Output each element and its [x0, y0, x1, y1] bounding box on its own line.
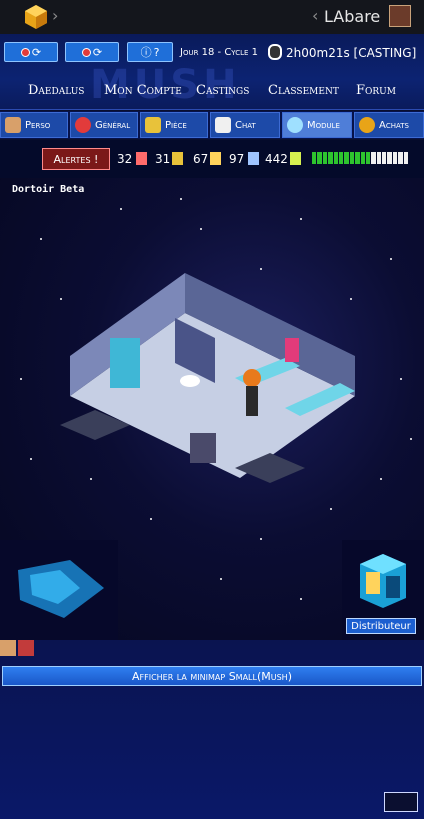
- alerts-button[interactable]: Alertes !: [42, 148, 110, 170]
- crew-member-indicator: [355, 152, 360, 164]
- info-icon: ⓘ: [140, 46, 152, 59]
- distributor-panel[interactable]: Distributeur: [342, 540, 424, 640]
- player-character-head[interactable]: [243, 369, 261, 387]
- tab-achats[interactable]: Achats: [354, 112, 424, 138]
- game-view[interactable]: Dortoir Beta Distributeur: [0, 178, 424, 640]
- player-character-body[interactable]: [246, 386, 258, 416]
- tab-label: Pièce: [165, 119, 187, 131]
- tab-bar: Perso Général Pièce Chat Module Achats: [0, 111, 424, 139]
- minimap-ship-icon: [18, 560, 104, 618]
- tab-label: Général: [95, 119, 131, 131]
- distributor-icon: [360, 554, 406, 608]
- tab-label: Module: [307, 119, 340, 131]
- stat-value-hp: 32: [117, 152, 133, 166]
- movement-icon: [172, 152, 183, 165]
- character-icon: [5, 117, 21, 133]
- username[interactable]: LAbare: [324, 7, 380, 26]
- nav-classement[interactable]: Classement: [268, 83, 339, 98]
- crew-member-indicator: [328, 152, 333, 164]
- tab-general[interactable]: Général: [70, 112, 138, 138]
- distributor-button[interactable]: Distributeur: [346, 618, 416, 634]
- health-icon: [136, 152, 147, 165]
- crew-member-indicator: [398, 152, 403, 164]
- crew-avatar-icon[interactable]: [0, 640, 16, 656]
- nav-daedalus[interactable]: Daedalus: [28, 83, 84, 98]
- stat-value-oxygen: 97: [229, 152, 245, 166]
- stat-value-pm: 31: [155, 152, 171, 166]
- crew-bar: [312, 152, 409, 164]
- help-button[interactable]: ⓘ ?: [127, 42, 173, 62]
- nav-castings[interactable]: Castings: [196, 83, 249, 98]
- tab-label: Perso: [25, 119, 51, 131]
- oxygen-tank-icon: [248, 152, 259, 165]
- shield-icon: [210, 152, 221, 165]
- shower-unit[interactable]: [110, 338, 140, 388]
- crew-member-indicator: [392, 152, 398, 164]
- tab-piece[interactable]: Pièce: [140, 112, 208, 138]
- crew-member-indicator: [360, 152, 365, 164]
- wall-poster: [285, 338, 299, 362]
- show-minimap-button[interactable]: Afficher la minimap Small(Mush): [2, 666, 422, 686]
- crew-member-indicator: [338, 152, 344, 164]
- pill-refresh-button-2[interactable]: ⟳: [65, 42, 119, 62]
- minimap[interactable]: [0, 540, 118, 640]
- fuel-icon: [290, 152, 301, 165]
- star-badge-icon: [359, 117, 375, 133]
- cube-logo-icon[interactable]: [24, 4, 48, 30]
- bottom-panel: Afficher la minimap Small(Mush): [0, 640, 424, 819]
- top-bar: › ‹ LAbare: [0, 0, 424, 34]
- crew-member-indicator: [322, 152, 328, 164]
- nav-mon-compte[interactable]: Mon Compte: [104, 83, 182, 98]
- cycle-text: Jour 18 - Cycle 1: [180, 47, 258, 58]
- tab-chat[interactable]: Chat: [210, 112, 280, 138]
- refresh-icon: ⟳: [31, 45, 42, 59]
- pill-icon: [20, 47, 30, 57]
- stat-value-fuel: 442: [265, 152, 288, 166]
- pill-refresh-button-1[interactable]: ⟳: [4, 42, 58, 62]
- crew-icons: [0, 640, 34, 658]
- crew-member-indicator: [312, 152, 317, 164]
- pill-icon: [81, 47, 91, 57]
- room-icon: [145, 117, 161, 133]
- crew-avatar-icon[interactable]: [18, 640, 34, 656]
- chevron-right-icon[interactable]: ›: [52, 6, 58, 25]
- book-icon: [215, 117, 231, 133]
- crew-member-indicator: [387, 152, 392, 164]
- clock-icon: [268, 44, 282, 60]
- alert-circle-icon: [75, 117, 91, 133]
- refresh-icon: ⟳: [92, 45, 103, 59]
- main-nav: Daedalus Mon Compte Castings Classement …: [0, 77, 424, 109]
- crew-member-indicator: [382, 152, 387, 164]
- stat-value-morale: 67: [193, 152, 209, 166]
- crew-member-indicator: [403, 152, 409, 164]
- header: MUSH ⟳ ⟳ ⓘ ? Jour 18 - Cycle 1 2h00m21s …: [0, 34, 424, 110]
- crew-member-indicator: [376, 152, 382, 164]
- crew-member-indicator: [317, 152, 322, 164]
- crew-member-indicator: [333, 152, 338, 164]
- tab-label: Chat: [235, 119, 256, 131]
- nav-forum[interactable]: Forum: [356, 83, 396, 98]
- tab-label: Achats: [379, 119, 409, 131]
- crew-member-indicator: [371, 152, 376, 164]
- crew-member-indicator: [344, 152, 349, 164]
- user-avatar-icon[interactable]: [389, 5, 411, 27]
- toilet[interactable]: [180, 375, 200, 387]
- timer-text: 2h00m21s [CASTING]: [286, 46, 417, 60]
- tab-module[interactable]: Module: [282, 112, 352, 138]
- crew-member-indicator: [349, 152, 355, 164]
- help-label: ?: [153, 45, 160, 59]
- settings-icon[interactable]: [384, 792, 418, 812]
- chevron-left-icon[interactable]: ‹: [312, 6, 318, 25]
- status-row: Alertes ! 32 31 67 97 442: [0, 140, 424, 178]
- goggles-icon: [287, 117, 303, 133]
- distributor-machine[interactable]: [190, 433, 216, 463]
- crew-member-indicator: [365, 152, 371, 164]
- tab-perso[interactable]: Perso: [0, 112, 68, 138]
